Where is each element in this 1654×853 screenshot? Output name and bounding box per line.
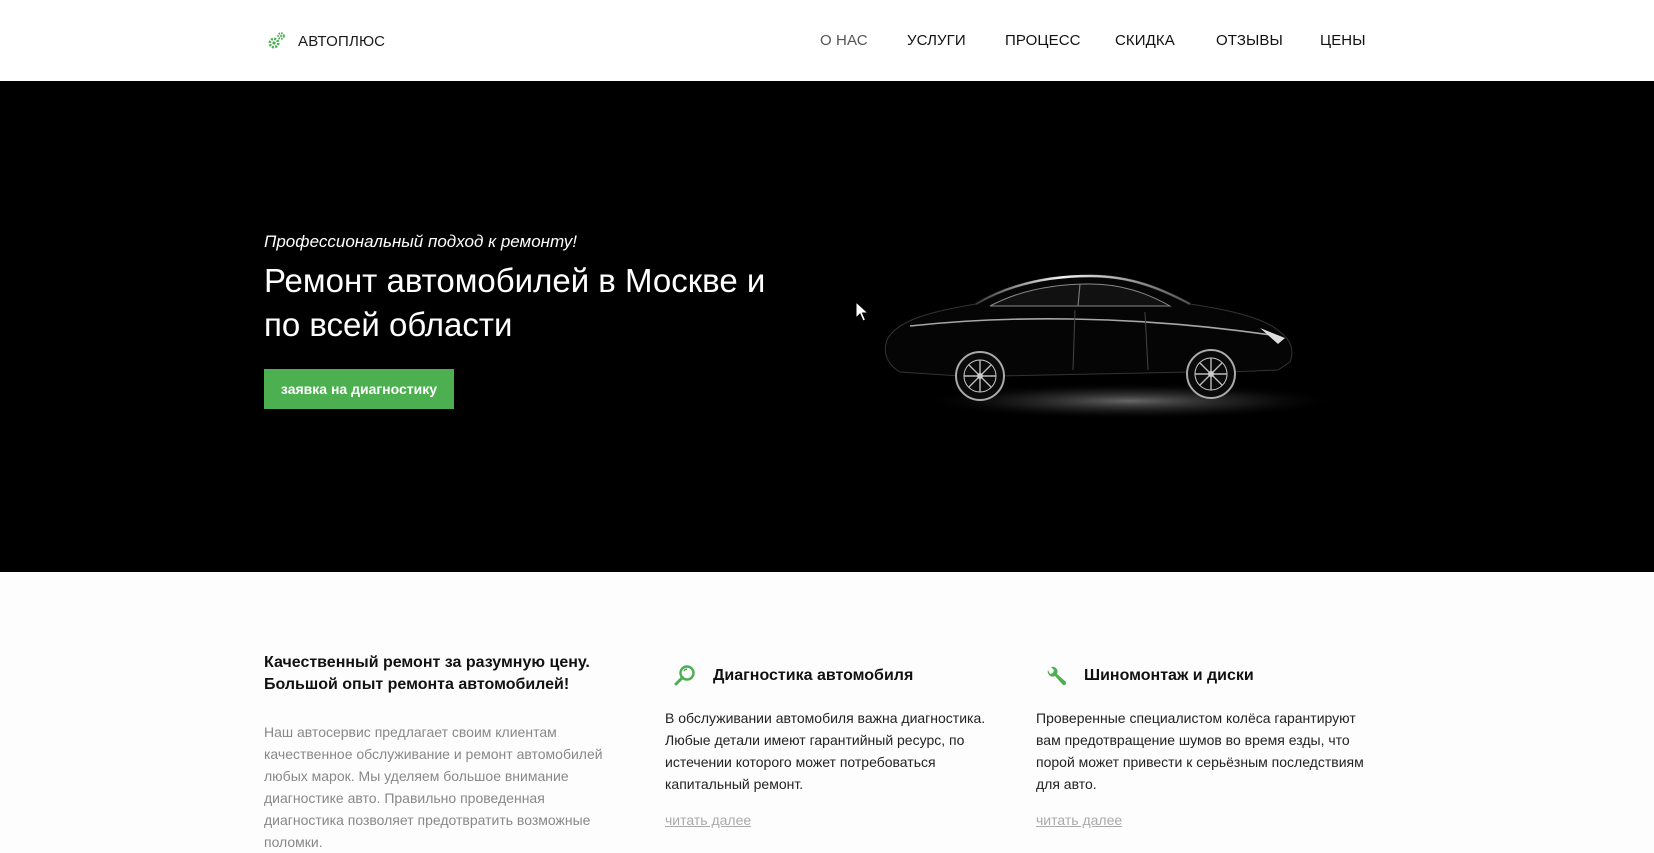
nav-services[interactable]: УСЛУГИ [907,32,966,49]
feature-diagnostics: Диагностика автомобиля В обслуживании ав… [665,662,1005,830]
intro-title: Качественный ремонт за разумную цену. Бо… [264,654,590,693]
nav-prices[interactable]: ЦЕНЫ [1320,32,1366,49]
intro-text: Наш автосервис предлагает своим клиентам… [264,724,603,850]
read-more-link[interactable]: читать далее [1036,812,1122,828]
nav-discount[interactable]: СКИДКА [1115,32,1175,49]
hero-section: Профессиональный подход к ремонту! Ремон… [0,81,1654,572]
front-wheel [1186,349,1236,399]
car-image [884,274,1340,419]
site-header: АВТОПЛЮС О НАС УСЛУГИ ПРОЦЕСС СКИДКА ОТЗ… [0,0,1654,81]
feature-header: Диагностика автомобиля [665,662,1005,690]
read-more-link[interactable]: читать далее [665,812,751,828]
feature-tires: Шиномонтаж и диски Проверенные специалис… [1036,662,1376,830]
feature-header: Шиномонтаж и диски [1036,662,1376,690]
rear-wheel [955,351,1005,401]
feature-title: Диагностика автомобиля [713,667,914,684]
hero-title: Ремонт автомобилей в Москве и по всей об… [264,262,766,343]
magnifier-icon [674,665,695,686]
main-nav: О НАС УСЛУГИ ПРОЦЕСС СКИДКА ОТЗЫВЫ ЦЕНЫ [0,32,1654,52]
mouse-cursor-icon [855,301,869,322]
nav-about[interactable]: О НАС [820,32,868,49]
nav-process[interactable]: ПРОЦЕСС [1005,32,1081,49]
diagnostics-request-button[interactable]: заявка на диагностику [264,369,454,409]
wrench-icon [1047,666,1067,686]
feature-text: В обслуживании автомобиля важна диагност… [665,710,986,792]
feature-title: Шиномонтаж и диски [1084,667,1254,684]
nav-reviews[interactable]: ОТЗЫВЫ [1216,32,1283,49]
hero-tagline: Профессиональный подход к ремонту! [264,232,578,251]
feature-text: Проверенные специалистом колёса гарантир… [1036,710,1364,792]
